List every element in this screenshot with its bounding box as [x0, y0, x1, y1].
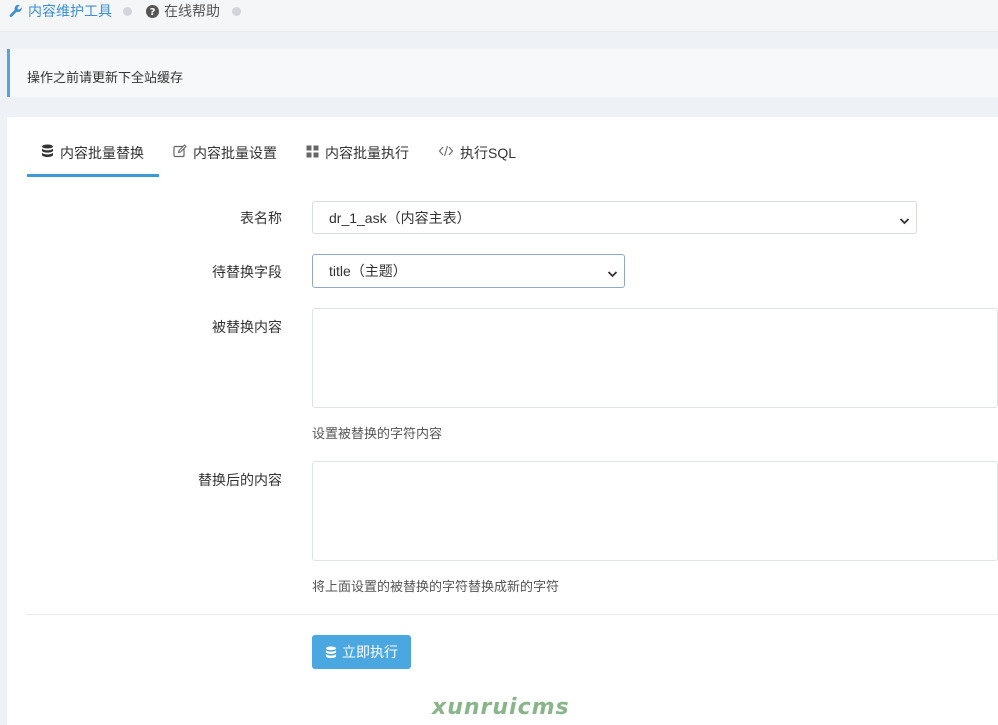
- breadcrumb-item-maintenance[interactable]: 内容维护工具: [9, 4, 112, 18]
- search-content-label: 被替换内容: [212, 319, 282, 335]
- chevron-down-icon: [899, 213, 910, 229]
- chevron-down-icon: [607, 266, 618, 282]
- form-divider: [27, 614, 998, 615]
- wrench-icon: [9, 4, 23, 18]
- field-label: 待替换字段: [212, 264, 282, 280]
- separator-dot: [123, 7, 132, 16]
- main-panel: 内容批量替换 内容批量设置 内容批量执行 执行SQL 表名称 dr_1_ask（…: [7, 117, 998, 725]
- breadcrumb-label: 内容维护工具: [28, 3, 112, 19]
- execute-button-label: 立即执行: [342, 644, 398, 660]
- tab-batch-settings[interactable]: 内容批量设置: [173, 143, 277, 177]
- tab-batch-execute[interactable]: 内容批量执行: [306, 143, 409, 177]
- execute-button[interactable]: 立即执行: [312, 635, 411, 669]
- search-content-help: 设置被替换的字符内容: [312, 426, 443, 441]
- watermark: xunruicms: [432, 695, 570, 720]
- notice-alert: 操作之前请更新下全站缓存: [7, 49, 998, 97]
- tab-execute-sql[interactable]: 执行SQL: [438, 143, 516, 177]
- table-name-value: dr_1_ask（内容主表）: [329, 209, 471, 226]
- tab-label: 内容批量执行: [325, 145, 409, 161]
- database-icon: [325, 646, 337, 659]
- replace-content-help: 将上面设置的被替换的字符替换成新的字符: [312, 579, 560, 594]
- separator-dot: [232, 7, 241, 16]
- notice-text: 操作之前请更新下全站缓存: [27, 70, 184, 85]
- breadcrumb-label: 在线帮助: [164, 3, 220, 19]
- tab-label: 内容批量设置: [193, 145, 277, 161]
- grid-icon: [306, 143, 319, 159]
- edit-icon: [173, 143, 187, 159]
- replace-content-label: 替换后的内容: [198, 472, 282, 488]
- code-icon: [438, 143, 454, 159]
- table-name-label: 表名称: [240, 210, 282, 226]
- field-select[interactable]: title（主题）: [312, 254, 625, 288]
- breadcrumb: 内容维护工具 ? 在线帮助: [0, 0, 998, 32]
- search-content-textarea[interactable]: [312, 308, 998, 408]
- field-value: title（主题）: [329, 263, 407, 279]
- breadcrumb-item-help[interactable]: ? 在线帮助: [146, 4, 220, 18]
- table-name-select[interactable]: dr_1_ask（内容主表）: [312, 201, 917, 234]
- tab-label: 执行SQL: [460, 145, 517, 161]
- svg-text:?: ?: [150, 7, 156, 18]
- tab-batch-replace[interactable]: 内容批量替换: [27, 143, 159, 177]
- tab-label: 内容批量替换: [60, 145, 144, 161]
- replace-content-textarea[interactable]: [312, 461, 998, 561]
- database-icon: [41, 143, 54, 159]
- question-circle-icon: ?: [146, 4, 159, 18]
